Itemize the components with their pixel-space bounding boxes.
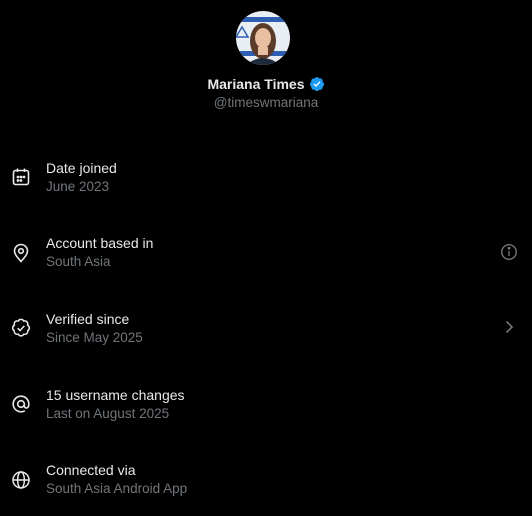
row-verified-since[interactable]: Verified since Since May 2025 <box>0 309 532 365</box>
row-subtitle: June 2023 <box>46 179 110 194</box>
name-row: Mariana Times <box>0 74 532 94</box>
row-title: Connected via <box>46 462 136 478</box>
display-name: Mariana Times <box>207 76 305 92</box>
profile-header: Mariana Times @timeswmariana <box>0 0 532 120</box>
profile-handle: @timeswmariana <box>213 95 319 110</box>
verified-badge-icon <box>309 76 325 92</box>
chevron-right-icon[interactable] <box>500 318 518 336</box>
location-pin-icon <box>11 243 31 263</box>
row-title: Account based in <box>46 235 154 251</box>
row-title: 15 username changes <box>46 387 185 403</box>
row-title: Date joined <box>46 160 117 176</box>
at-sign-icon <box>11 394 31 414</box>
calendar-icon <box>11 167 31 187</box>
globe-icon <box>11 470 31 490</box>
row-subtitle: Last on August 2025 <box>46 406 170 421</box>
info-icon[interactable] <box>500 243 518 261</box>
row-date-joined: Date joined June 2023 <box>0 158 532 214</box>
verified-check-icon <box>11 318 31 338</box>
row-connected-via: Connected via South Asia Android App <box>0 460 532 516</box>
row-title: Verified since <box>46 311 130 327</box>
row-account-based-in: Account based in South Asia <box>0 233 532 289</box>
row-subtitle: South Asia <box>46 254 111 269</box>
avatar[interactable] <box>234 9 292 67</box>
row-subtitle: South Asia Android App <box>46 481 188 496</box>
row-subtitle: Since May 2025 <box>46 330 143 345</box>
row-username-changes: 15 username changes Last on August 2025 <box>0 385 532 441</box>
